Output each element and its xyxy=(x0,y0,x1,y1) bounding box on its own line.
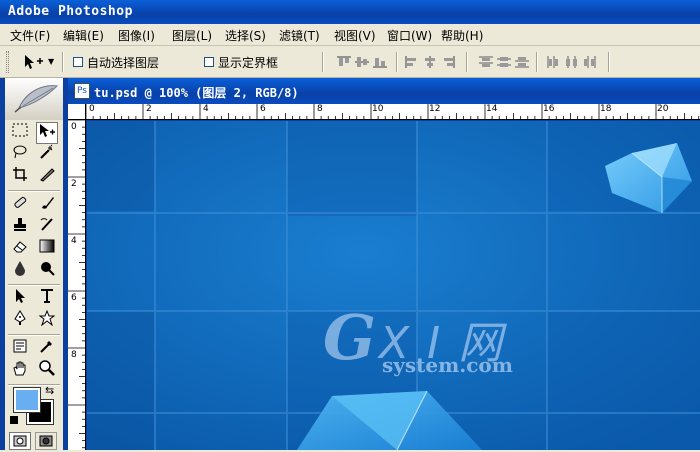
path-selection-tool-icon[interactable] xyxy=(9,288,31,310)
document-title-bar[interactable]: Ps tu.psd @ 100% (图层 2, RGB/8) xyxy=(68,78,700,104)
ruler-left-tick-2: 2 xyxy=(71,179,77,189)
align-right-icon[interactable] xyxy=(440,55,456,69)
hand-tool-icon[interactable] xyxy=(9,360,31,382)
foreground-color-swatch[interactable] xyxy=(13,387,41,413)
gradient-tool-icon[interactable] xyxy=(36,238,58,260)
blur-tool-icon[interactable] xyxy=(9,260,31,282)
distribute-hcenter-icon[interactable] xyxy=(564,55,580,69)
canvas-artwork xyxy=(87,121,700,450)
vertical-ruler[interactable]: 0 2 4 6 8 xyxy=(68,120,86,450)
show-bounding-box-label: 显示定界框 xyxy=(218,56,279,70)
show-bounding-box-checkbox[interactable] xyxy=(204,57,214,67)
magic-wand-tool-icon[interactable] xyxy=(36,144,58,166)
options-bar: ▼ 自动选择图层 显示定界框 xyxy=(0,46,700,78)
menu-window[interactable]: 窗口(W) xyxy=(387,27,432,44)
menu-help[interactable]: 帮助(H) xyxy=(441,27,483,44)
ruler-top-tick-10: 10 xyxy=(372,104,384,114)
ruler-top-tick-6: 6 xyxy=(260,104,266,114)
ruler-top-tick-4: 4 xyxy=(203,104,209,114)
app-title-bar: Adobe Photoshop xyxy=(0,0,700,24)
distribute-right-icon[interactable] xyxy=(582,55,598,69)
ruler-left-tick-0: 0 xyxy=(71,122,77,132)
menu-view[interactable]: 视图(V) xyxy=(334,27,376,44)
menu-edit[interactable]: 编辑(E) xyxy=(63,27,104,44)
standard-mode-icon[interactable] xyxy=(9,432,31,450)
lasso-tool-icon[interactable] xyxy=(9,144,31,166)
menu-image[interactable]: 图像(I) xyxy=(118,27,155,44)
document-window: Ps tu.psd @ 100% (图层 2, RGB/8) 0 2 4 6 8… xyxy=(68,78,700,450)
eraser-tool-icon[interactable] xyxy=(9,238,31,260)
canvas-area[interactable]: G X I 网 system.com xyxy=(87,121,700,450)
marquee-tool-icon[interactable] xyxy=(9,122,31,144)
chevron-down-icon[interactable]: ▼ xyxy=(48,57,54,66)
align-left-icon[interactable] xyxy=(404,55,420,69)
menu-bar: 文件(F) 编辑(E) 图像(I) 图层(L) 选择(S) 滤镜(T) 视图(V… xyxy=(0,24,700,46)
eyedropper-tool-icon[interactable] xyxy=(36,338,58,360)
ruler-left-tick-6: 6 xyxy=(71,293,77,303)
brush-tool-icon[interactable] xyxy=(36,194,58,216)
app-title: Adobe Photoshop xyxy=(8,4,133,19)
healing-brush-tool-icon[interactable] xyxy=(9,194,31,216)
ruler-top-tick-16: 16 xyxy=(543,104,555,114)
distribute-top-icon[interactable] xyxy=(478,55,494,69)
menu-select[interactable]: 选择(S) xyxy=(225,27,266,44)
psd-document-icon: Ps xyxy=(74,83,90,99)
crop-tool-icon[interactable] xyxy=(9,166,31,188)
distribute-bottom-icon[interactable] xyxy=(514,55,530,69)
auto-select-layer-checkbox[interactable] xyxy=(73,57,83,67)
menu-layer[interactable]: 图层(L) xyxy=(172,27,212,44)
clone-stamp-tool-icon[interactable] xyxy=(9,216,31,238)
ruler-top-tick-12: 12 xyxy=(429,104,441,114)
toolbar-grip[interactable] xyxy=(6,51,9,73)
toolbox-panel: ⇆ xyxy=(0,78,68,450)
auto-select-layer-label: 自动选择图层 xyxy=(87,56,160,70)
menu-filter[interactable]: 滤镜(T) xyxy=(279,27,320,44)
align-bottom-icon[interactable] xyxy=(372,55,388,69)
move-tool-preset-icon[interactable] xyxy=(22,53,44,71)
align-vcenter-icon[interactable] xyxy=(354,55,370,69)
dodge-tool-icon[interactable] xyxy=(36,260,58,282)
type-tool-icon[interactable] xyxy=(36,288,58,310)
quick-mask-mode-icon[interactable] xyxy=(35,432,57,450)
ruler-origin[interactable] xyxy=(68,104,86,120)
ruler-top-tick-14: 14 xyxy=(486,104,498,114)
slice-tool-icon[interactable] xyxy=(36,166,58,188)
photoshop-feather-logo[interactable] xyxy=(5,78,63,120)
ruler-top-tick-8: 8 xyxy=(317,104,323,114)
ruler-left-tick-4: 4 xyxy=(71,236,77,246)
ruler-left-tick-8: 8 xyxy=(71,350,77,360)
distribute-vcenter-icon[interactable] xyxy=(496,55,512,69)
ruler-top-tick-18: 18 xyxy=(600,104,612,114)
watermark-domain: system.com xyxy=(382,353,513,377)
ruler-top-tick-20: 20 xyxy=(657,104,669,114)
custom-shape-tool-icon[interactable] xyxy=(36,309,58,332)
zoom-tool-icon[interactable] xyxy=(36,360,58,382)
watermark-logo-g: G xyxy=(323,301,376,374)
align-hcenter-icon[interactable] xyxy=(422,55,438,69)
swap-colors-icon[interactable]: ⇆ xyxy=(45,384,54,397)
pen-tool-icon[interactable] xyxy=(9,310,31,332)
align-top-icon[interactable] xyxy=(336,55,352,69)
horizontal-ruler[interactable]: 0 2 4 6 8 10 12 14 16 18 20 xyxy=(86,104,700,120)
vertical-ruler-ticks xyxy=(68,120,85,449)
document-title: tu.psd @ 100% (图层 2, RGB/8) xyxy=(94,86,299,100)
history-brush-tool-icon[interactable] xyxy=(36,216,58,238)
ruler-top-tick-0: 0 xyxy=(89,104,95,114)
ruler-top-tick-2: 2 xyxy=(146,104,152,114)
menu-file[interactable]: 文件(F) xyxy=(10,27,50,44)
notes-tool-icon[interactable] xyxy=(9,338,31,360)
default-colors-icon[interactable] xyxy=(10,416,18,424)
distribute-left-icon[interactable] xyxy=(546,55,562,69)
move-tool-icon[interactable] xyxy=(36,122,58,144)
